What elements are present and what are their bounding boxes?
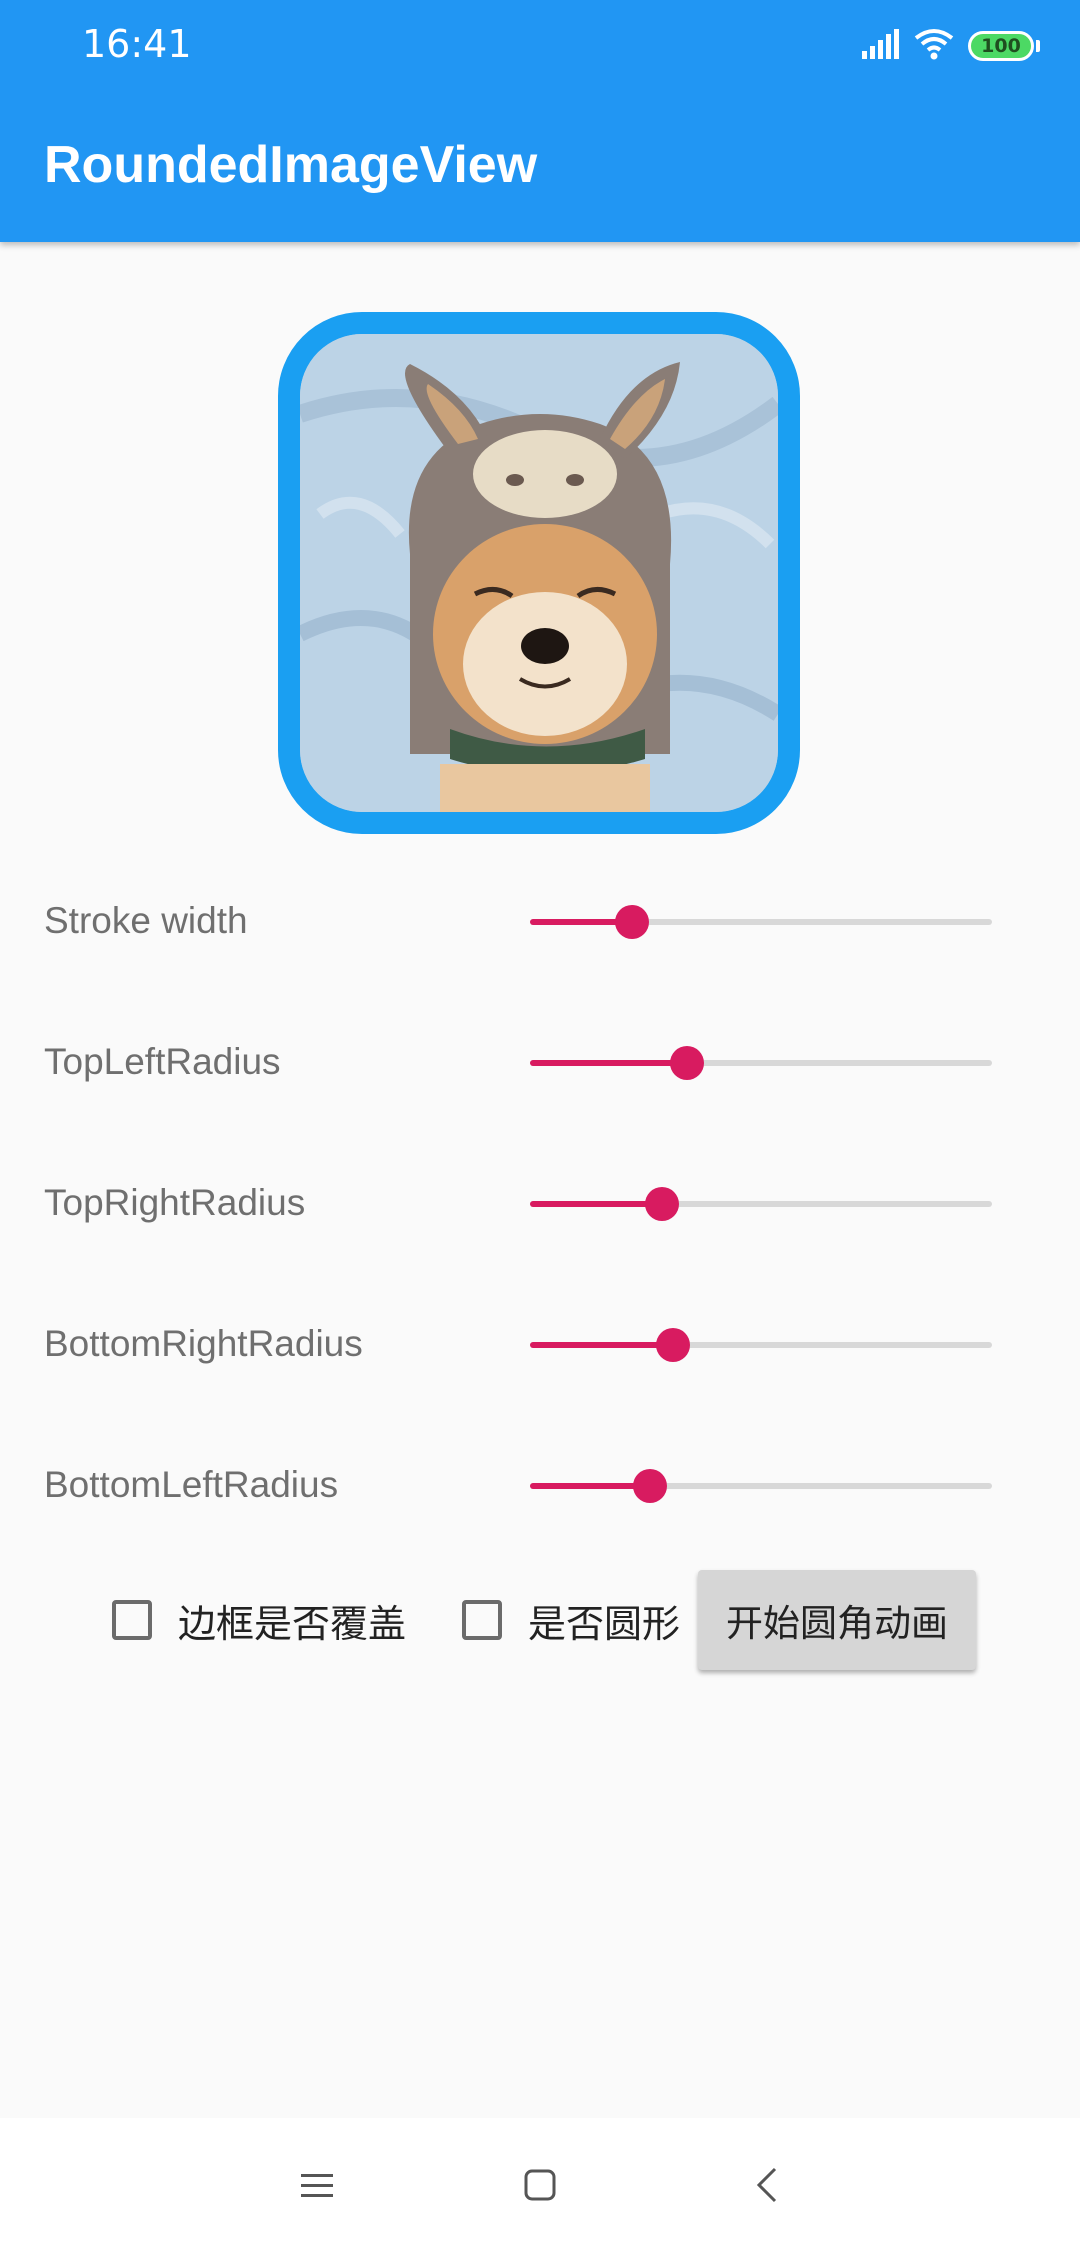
slider-thumb[interactable] <box>670 1046 705 1080</box>
slider-row-bottom-left-radius: BottomLeftRadius <box>0 1444 1080 1524</box>
dog-photo-icon <box>300 334 778 812</box>
slider-row-top-left-radius: TopLeftRadius <box>0 1021 1080 1101</box>
slider-row-top-right-radius: TopRightRadius <box>0 1162 1080 1242</box>
circle-checkbox[interactable] <box>462 1600 502 1640</box>
screen: 16:41 100 RoundedImageView Stroke width … <box>0 0 1080 2248</box>
page-title: RoundedImageView <box>44 136 538 194</box>
border-overlay-label: 边框是否覆盖 <box>178 1601 407 1646</box>
signal-icon <box>860 29 900 63</box>
slider-row-bottom-right-radius: BottomRightRadius <box>0 1303 1080 1383</box>
slider-fill <box>530 1201 662 1207</box>
bottom-left-radius-slider[interactable] <box>530 1469 992 1503</box>
slider-thumb[interactable] <box>656 1328 691 1362</box>
border-overlay-checkbox-group[interactable]: 边框是否覆盖 <box>112 1592 406 1648</box>
status-time: 16:41 <box>82 22 192 66</box>
battery-level: 100 <box>968 31 1034 61</box>
navigation-bar <box>0 2118 1080 2248</box>
back-icon[interactable] <box>732 2150 802 2220</box>
battery-icon: 100 <box>968 31 1040 61</box>
slider-label: BottomLeftRadius <box>44 1464 339 1505</box>
slider-row-stroke-width: Stroke width <box>0 880 1080 960</box>
slider-fill <box>530 1342 674 1348</box>
top-right-radius-slider[interactable] <box>530 1187 992 1221</box>
circle-label: 是否圆形 <box>528 1601 681 1646</box>
slider-fill <box>530 1060 688 1066</box>
slider-fill <box>530 1483 651 1489</box>
slider-label: TopRightRadius <box>44 1182 306 1223</box>
slider-label: Stroke width <box>44 900 248 941</box>
start-radius-animation-button[interactable]: 开始圆角动画 <box>698 1570 976 1670</box>
home-icon[interactable] <box>505 2150 575 2220</box>
border-overlay-checkbox[interactable] <box>112 1600 152 1640</box>
slider-thumb[interactable] <box>644 1187 679 1221</box>
battery-tip <box>1036 40 1040 52</box>
slider-label: BottomRightRadius <box>44 1323 363 1364</box>
slider-thumb[interactable] <box>614 905 649 939</box>
app-bar: 16:41 100 RoundedImageView <box>0 0 1080 242</box>
top-left-radius-slider[interactable] <box>530 1046 992 1080</box>
bottom-right-radius-slider[interactable] <box>530 1328 992 1362</box>
wifi-icon <box>914 28 954 64</box>
status-icons: 100 <box>860 26 1040 66</box>
rounded-image <box>278 312 800 834</box>
slider-thumb[interactable] <box>633 1469 668 1503</box>
slider-label: TopLeftRadius <box>44 1041 281 1082</box>
circle-checkbox-group[interactable]: 是否圆形 <box>462 1592 680 1648</box>
menu-icon[interactable] <box>282 2150 352 2220</box>
stroke-width-slider[interactable] <box>530 905 992 939</box>
